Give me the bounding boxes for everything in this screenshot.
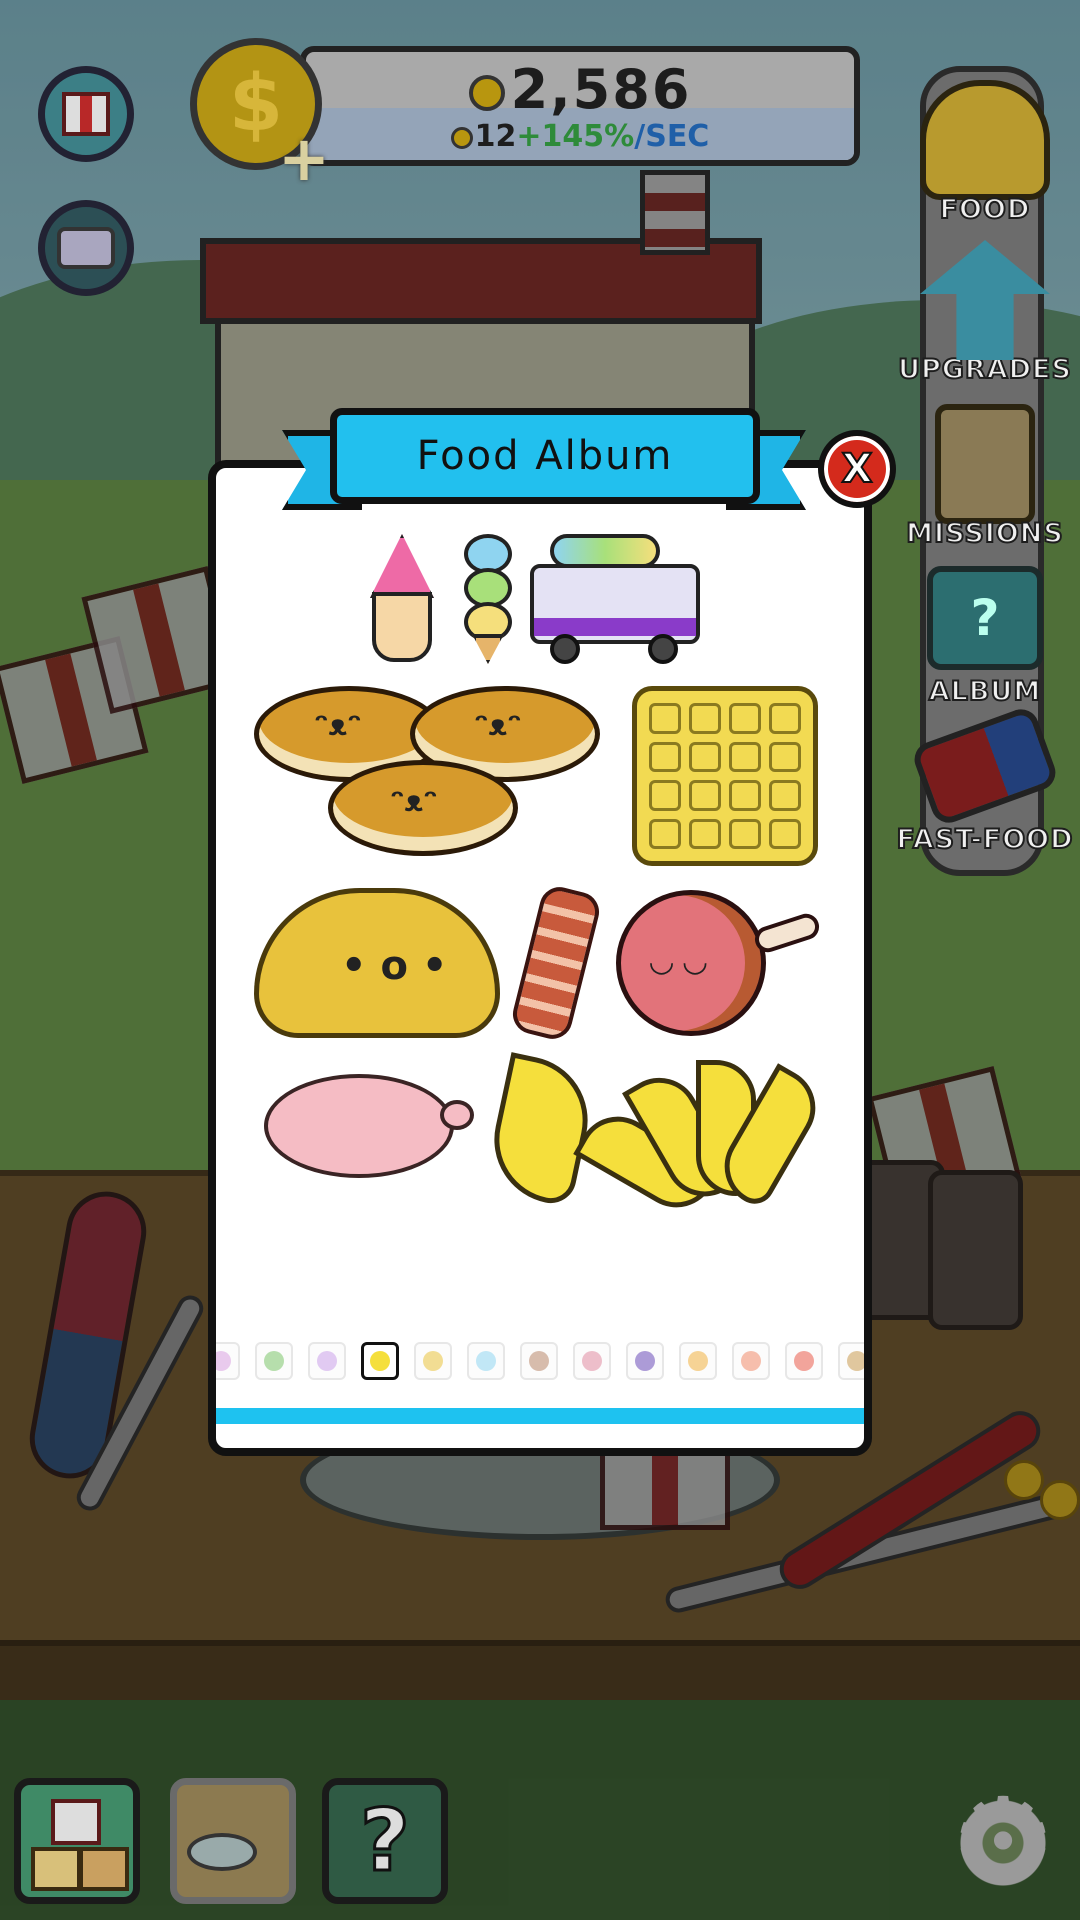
plate-icon [187,1833,257,1871]
food-thumbnail-icon [476,1351,496,1371]
food-thumbnail-icon [317,1351,337,1371]
table-decor-button[interactable] [170,1778,296,1904]
album-scrollbar[interactable] [216,1408,864,1424]
food-waffle[interactable] [632,686,818,866]
gear-icon: ⚙ [949,1773,1057,1912]
food-thumbnail-icon [688,1351,708,1371]
food-thumbnail-icon [264,1351,284,1371]
taco-icon [920,80,1050,200]
menu-missions-button[interactable]: MISSIONS [890,404,1080,550]
album-title-banner: Food Album [330,408,760,504]
ice-cream-scoop [370,534,434,598]
album-page-thumbnail[interactable] [520,1342,558,1380]
album-page-thumbnail[interactable] [573,1342,611,1380]
food-thumbnail-icon [582,1351,602,1371]
coin-total: 2,586 [306,58,854,121]
album-page-thumbnail[interactable] [732,1342,770,1380]
currency-panel: 2,586 12+145%/SEC [300,46,860,166]
food-triple-scoop-ice-cream[interactable] [460,534,516,664]
album-page-thumbnail[interactable] [255,1342,293,1380]
tv-icon [57,227,115,269]
watch-video-button[interactable] [38,200,134,296]
clipboard-icon [935,404,1035,524]
rate-unit: /SEC [634,119,710,154]
wheel [648,634,678,664]
menu-fast-food-button[interactable]: FAST-FOOD [890,704,1080,856]
album-page-thumbnail[interactable] [414,1342,452,1380]
close-icon: X [841,445,874,493]
free-gift-button[interactable] [38,66,134,162]
face-icon: • o • [341,943,448,989]
crates-shop-button[interactable] [14,1778,140,1904]
dollar-icon: $ [228,59,284,149]
album-page-thumbnail[interactable] [626,1342,664,1380]
food-thumbnail-icon [794,1351,814,1371]
gift-icon [62,92,110,136]
album-book-icon: ? [927,566,1043,670]
album-page-thumbnail[interactable] [785,1342,823,1380]
food-thumbnail-icon [635,1351,655,1371]
face-icon: ᵔᴥᵔ [390,784,438,819]
crate-icon [31,1847,81,1891]
plus-icon: + [278,122,330,195]
rate-bonus: +145% [516,119,635,154]
coin-icon [468,75,505,112]
album-page-strip [216,1340,864,1384]
close-button[interactable]: X [818,430,896,508]
food-ham[interactable]: ◡ ◡ [616,890,823,1036]
album-page-thumbnail[interactable] [679,1342,717,1380]
food-thumbnail-icon [847,1351,864,1371]
settings-gear-button[interactable]: ⚙ [948,1783,1058,1903]
food-thumbnail-icon [529,1351,549,1371]
food-ice-cream-truck[interactable] [530,534,706,664]
menu-album-label: ALBUM [928,675,1042,708]
pig-snout [440,1100,474,1130]
truck-stripe [534,618,696,636]
food-banana-bunch[interactable] [573,1060,830,1222]
ice-cream-sign [550,534,660,568]
gift-icon [51,1799,101,1845]
menu-upgrades-button[interactable]: UPGRADES [890,240,1080,386]
menu-missions-label: MISSIONS [905,517,1064,550]
face-icon: ᵔᴥᵔ [474,708,522,743]
food-thumbnail-icon [741,1351,761,1371]
face-icon: ᵔᴥᵔ [314,708,362,743]
food-pancakes[interactable]: ᵔᴥᵔ ᵔᴥᵔ ᵔᴥᵔ [254,686,604,866]
food-ice-cream-cone[interactable] [366,534,438,664]
ham-bone [751,910,823,956]
crate-icon [79,1847,129,1891]
food-thumbnail-icon [423,1351,443,1371]
album-page-thumbnail[interactable] [467,1342,505,1380]
menu-food-button[interactable]: FOOD [890,80,1080,226]
wheel [550,634,580,664]
coin-icon [450,126,473,149]
coin-total-value: 2,586 [510,58,692,121]
menu-album-button[interactable]: ? ALBUM [890,566,1080,708]
pig-body [264,1074,454,1178]
income-rate: 12+145%/SEC [306,119,854,154]
album-page-thumbnail[interactable] [361,1342,399,1380]
upgrade-arrow-icon [920,240,1050,360]
face-icon: ◡ ◡ [650,944,707,979]
question-icon: ? [359,1790,412,1893]
rate-value: 12 [474,119,517,154]
album-page-thumbnail[interactable] [308,1342,346,1380]
menu-food-label: FOOD [939,193,1031,226]
waffle-cone [472,634,504,664]
album-page-thumbnail[interactable] [216,1342,240,1380]
food-thumbnail-icon [216,1351,231,1371]
mystery-location-button[interactable]: ? [322,1778,448,1904]
question-icon: ? [970,589,1000,647]
food-thumbnail-icon [370,1351,390,1371]
waffle-cone [372,592,432,662]
menu-fast-food-label: FAST-FOOD [895,823,1074,856]
album-title: Food Album [416,433,674,479]
food-pig[interactable] [264,1060,474,1190]
album-page-thumbnail[interactable] [838,1342,864,1380]
